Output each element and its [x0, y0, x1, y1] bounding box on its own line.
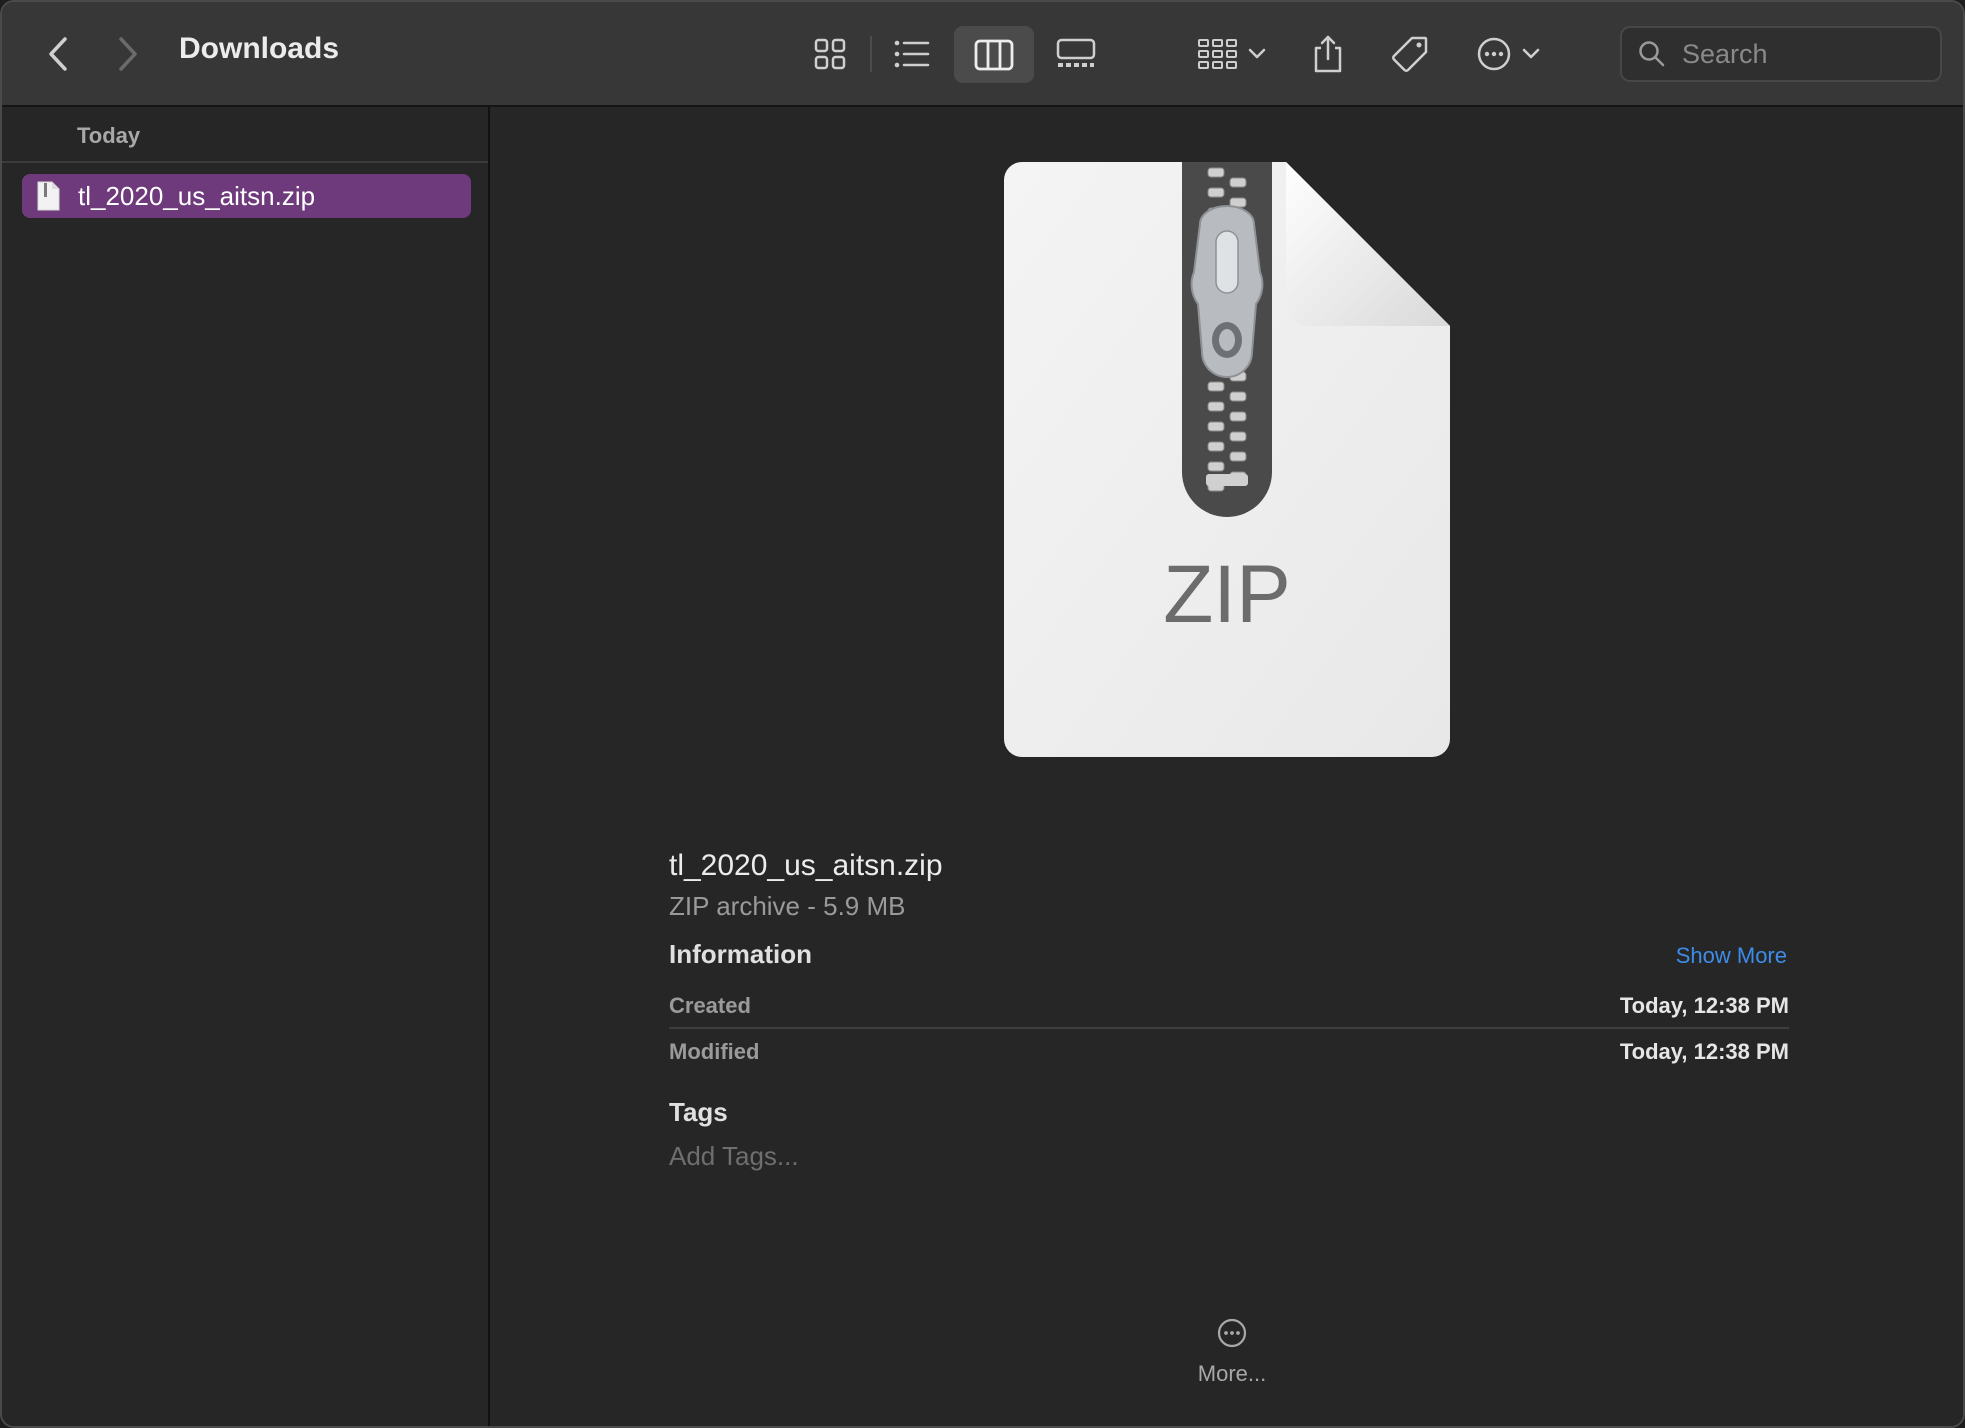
- file-name: tl_2020_us_aitsn.zip: [78, 180, 316, 211]
- section-label: Today: [77, 123, 141, 148]
- ellipsis-circle-icon: [1217, 1318, 1247, 1348]
- preview-file-name: tl_2020_us_aitsn.zip: [669, 849, 943, 882]
- back-button[interactable]: [38, 30, 78, 78]
- info-row-modified: Modified Today, 12:38 PM: [669, 1029, 1789, 1075]
- more-label: More...: [1197, 1361, 1267, 1386]
- columns-icon: [974, 39, 1014, 70]
- zip-document-icon: ZIP: [1004, 162, 1450, 757]
- list-view-button[interactable]: [884, 28, 940, 80]
- icon-view-button[interactable]: [802, 28, 858, 80]
- zip-label: ZIP: [1163, 549, 1291, 640]
- chevron-right-icon: [119, 37, 137, 71]
- show-more-link[interactable]: Show More: [1676, 943, 1787, 969]
- list-icon: [894, 40, 930, 68]
- search-icon: [1638, 38, 1670, 70]
- created-label: Created: [669, 993, 751, 1018]
- modified-label: Modified: [669, 1039, 760, 1064]
- modified-value: Today, 12:38 PM: [1619, 1039, 1789, 1064]
- toolbar-divider: [870, 36, 872, 72]
- section-header-today: Today: [2, 107, 488, 163]
- created-value: Today, 12:38 PM: [1619, 993, 1789, 1018]
- gallery-view-button[interactable]: [1048, 28, 1104, 80]
- group-button[interactable]: [1192, 28, 1272, 80]
- tag-icon: [1392, 36, 1428, 72]
- chevron-down-icon: [1248, 48, 1266, 59]
- group-icon: [1198, 39, 1237, 69]
- information-heading: Information: [669, 939, 812, 969]
- gallery-icon: [1056, 38, 1096, 67]
- more-actions-button[interactable]: More...: [1182, 1317, 1282, 1407]
- share-icon: [1314, 35, 1342, 73]
- toolbar: Downloads: [2, 2, 1963, 107]
- preview-pane: ZIP tl_2020_us_aitsn.zip ZIP archive - 5…: [492, 107, 1963, 1426]
- chevron-down-icon: [1522, 48, 1540, 59]
- search-field[interactable]: [1620, 26, 1942, 82]
- file-column: Today tl_2020_us_aitsn.zip: [2, 107, 490, 1426]
- zip-file-icon: [36, 181, 62, 211]
- share-button[interactable]: [1304, 26, 1352, 82]
- preview-kind-size: ZIP archive - 5.9 MB: [669, 891, 906, 921]
- column-view-button[interactable]: [954, 26, 1034, 83]
- forward-button[interactable]: [108, 30, 148, 78]
- finder-window: Downloads Search Today tl_2020_us_aitsn.…: [0, 0, 1965, 1428]
- action-menu-button[interactable]: [1468, 28, 1548, 80]
- add-tags-field[interactable]: Add Tags...: [669, 1141, 799, 1172]
- grid-icon: [814, 38, 846, 70]
- info-row-created: Created Today, 12:38 PM: [669, 983, 1789, 1029]
- search-input[interactable]: [1682, 34, 1922, 74]
- file-row-selected[interactable]: tl_2020_us_aitsn.zip: [22, 174, 471, 218]
- tags-heading: Tags: [669, 1097, 728, 1127]
- chevron-left-icon: [49, 37, 67, 71]
- window-title: Downloads: [179, 32, 340, 65]
- ellipsis-circle-icon: [1477, 37, 1511, 71]
- tag-button[interactable]: [1382, 28, 1438, 80]
